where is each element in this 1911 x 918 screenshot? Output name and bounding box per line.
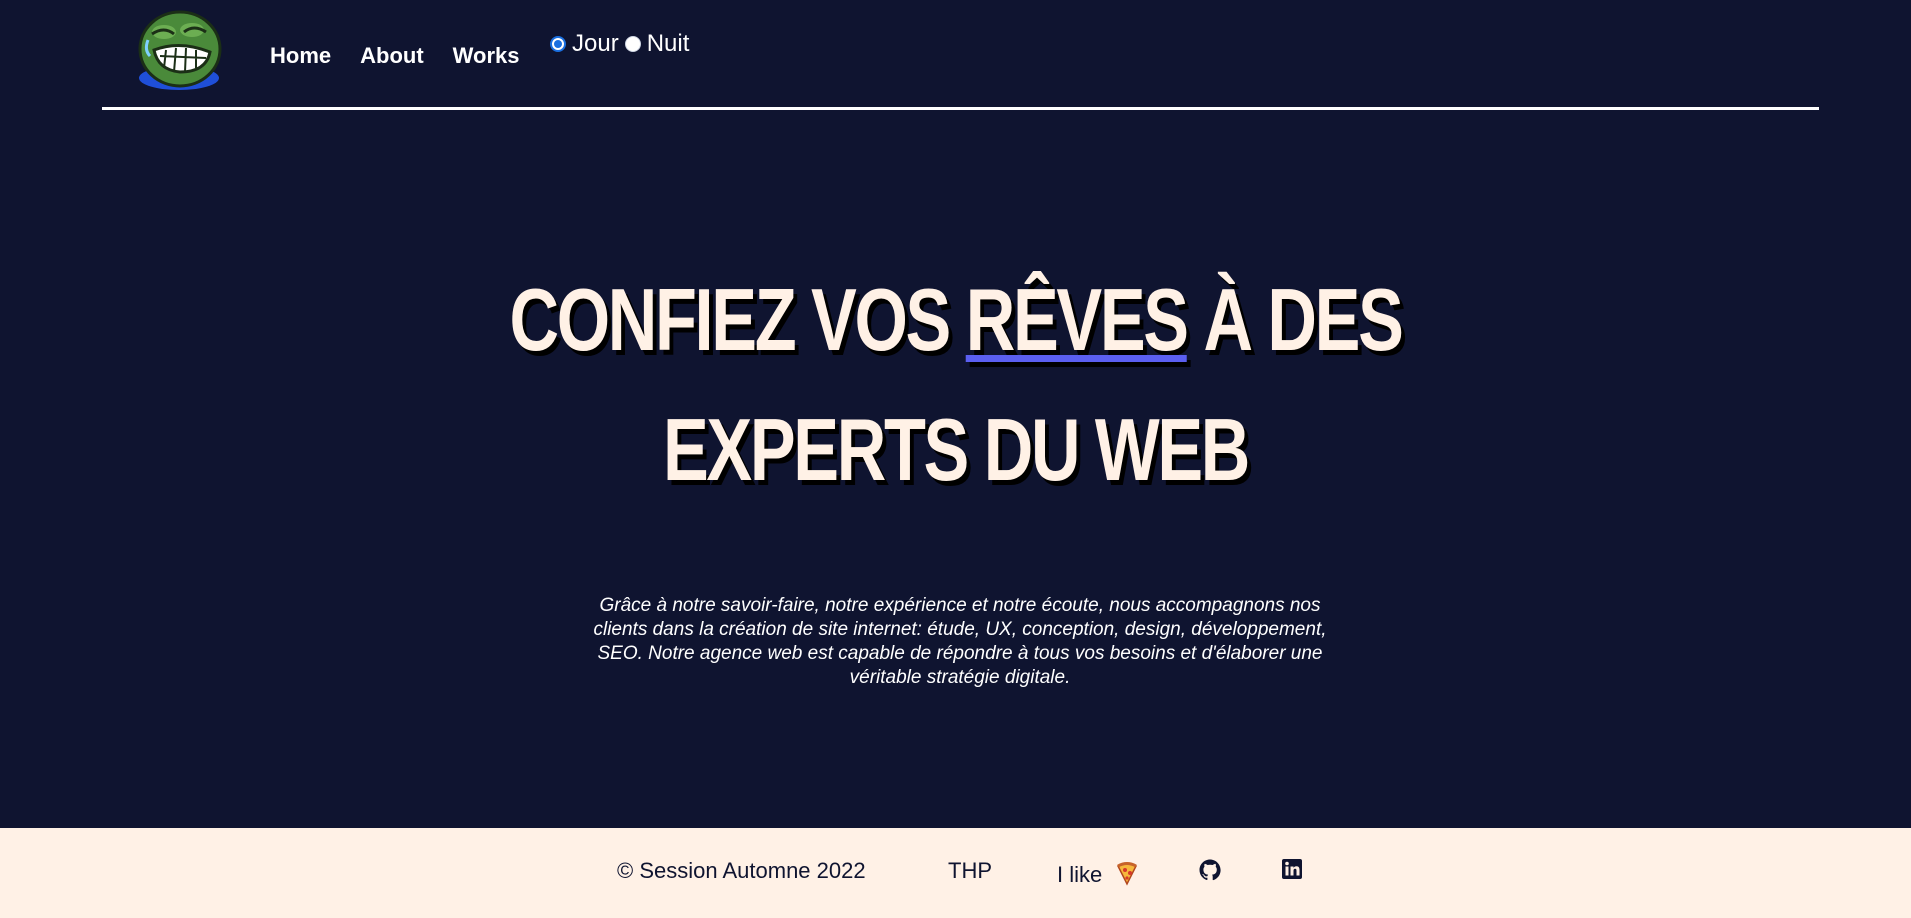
github-icon[interactable] (1198, 858, 1224, 884)
theme-switcher: Jour Nuit (550, 30, 695, 58)
nuit-radio[interactable] (624, 36, 641, 52)
copyright-text: © Session Automne 2022 (617, 858, 866, 883)
pizza-icon (1114, 860, 1140, 886)
linkedin-icon[interactable] (1281, 858, 1307, 884)
site-header: Home About Works Jour Nuit (102, 0, 1819, 110)
hero-line-2: EXPERTS DU WEB (662, 400, 1250, 499)
jour-label[interactable]: Jour (572, 30, 619, 58)
pepe-frog-logo-icon[interactable] (130, 6, 228, 92)
nav-about-link[interactable]: About (360, 30, 424, 82)
hero-description: Grâce à notre savoir-faire, notre expéri… (593, 595, 1327, 688)
like-text: I like (1057, 862, 1103, 887)
site-footer: © Session Automne 2022 THP I like (0, 828, 1911, 918)
hero-line-1: CONFIEZ VOS RÊVES À DES (509, 270, 1403, 369)
nuit-label[interactable]: Nuit (647, 30, 690, 58)
main-nav: Home About Works (270, 30, 549, 82)
hero-title: CONFIEZ VOS RÊVES À DES EXPERTS DU WEB (210, 255, 1701, 515)
nav-home-link[interactable]: Home (270, 30, 331, 82)
thp-link[interactable]: THP (948, 858, 992, 884)
nav-works-link[interactable]: Works (453, 30, 520, 82)
hero-highlight: RÊVES (965, 270, 1189, 369)
jour-radio[interactable] (550, 36, 566, 52)
